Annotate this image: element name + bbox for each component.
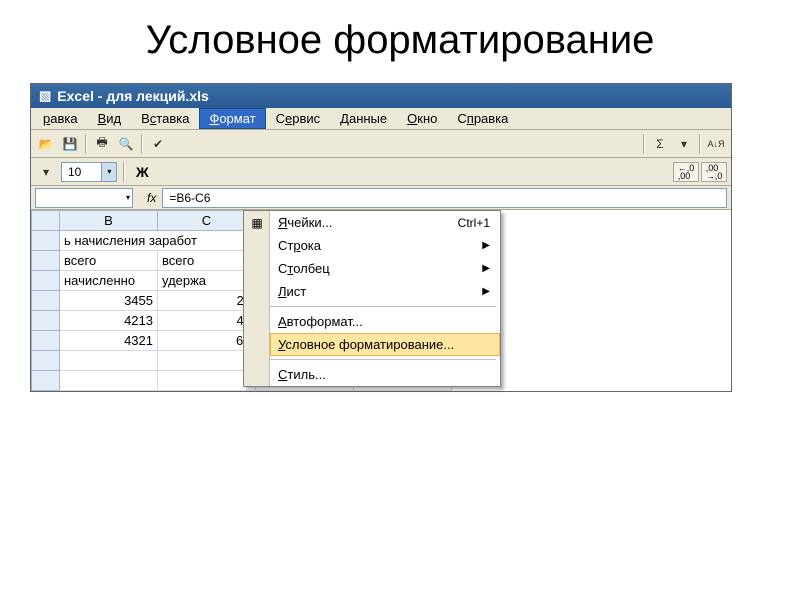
toolbar-standard: 📂 💾 🖶 🔍 ✔ Σ ▾ А↓Я bbox=[31, 130, 731, 158]
cell[interactable] bbox=[32, 291, 60, 311]
preview-icon[interactable]: 🔍 bbox=[115, 133, 137, 155]
menu-item-строка[interactable]: Строка▶ bbox=[270, 234, 500, 257]
formula-bar: ▾ fx =B6-C6 bbox=[31, 186, 731, 210]
bold-button[interactable]: Ж bbox=[131, 164, 153, 180]
grid-area: BCGь начисления заработвсеговсегоначисле… bbox=[31, 210, 731, 391]
menu-данные[interactable]: Данные bbox=[330, 108, 397, 129]
titlebar-text: Excel - для лекций.xls bbox=[57, 88, 209, 104]
font-size-select[interactable]: 10 ▾ bbox=[61, 162, 117, 182]
cell[interactable] bbox=[32, 231, 60, 251]
decrease-decimal-button[interactable]: ,00→,0 bbox=[701, 162, 727, 182]
chevron-down-icon[interactable]: ▾ bbox=[101, 163, 116, 181]
cell[interactable] bbox=[158, 371, 256, 391]
menubar: равкаВидВставкаФорматСервисДанныеОкноСпр… bbox=[31, 108, 731, 130]
menu-сервис[interactable]: Сервис bbox=[266, 108, 331, 129]
format-menu-dropdown: ▦Ячейки...Ctrl+1Строка▶Столбец▶Лист▶ Авто… bbox=[243, 210, 501, 387]
menu-item-столбец[interactable]: Столбец▶ bbox=[270, 257, 500, 280]
cell[interactable] bbox=[32, 371, 60, 391]
formula-input[interactable]: =B6-C6 bbox=[162, 188, 727, 208]
dropdown-icon[interactable]: ▾ bbox=[673, 133, 695, 155]
menu-item-лист[interactable]: Лист▶ bbox=[270, 280, 500, 303]
excel-window: ▧ Excel - для лекций.xls равкаВидВставка… bbox=[30, 83, 732, 392]
cell[interactable] bbox=[32, 311, 60, 331]
submenu-arrow-icon: ▶ bbox=[482, 286, 490, 297]
name-box[interactable]: ▾ bbox=[35, 188, 133, 208]
cell[interactable]: 4213 bbox=[60, 311, 158, 331]
cell[interactable] bbox=[158, 351, 256, 371]
cell[interactable]: начисленно bbox=[60, 271, 158, 291]
dropdown-gutter bbox=[244, 211, 270, 386]
cell[interactable]: удержа bbox=[158, 271, 256, 291]
menu-вид[interactable]: Вид bbox=[88, 108, 132, 129]
autosum-icon[interactable]: Σ bbox=[649, 133, 671, 155]
cell[interactable] bbox=[32, 331, 60, 351]
font-size-value: 10 bbox=[62, 165, 101, 179]
submenu-arrow-icon: ▶ bbox=[482, 263, 490, 274]
col-header[interactable]: B bbox=[60, 211, 158, 231]
titlebar: ▧ Excel - для лекций.xls bbox=[31, 84, 731, 108]
cell[interactable]: ь начисления заработ bbox=[60, 231, 256, 251]
menu-separator bbox=[270, 359, 496, 360]
cell[interactable] bbox=[60, 351, 158, 371]
cell[interactable]: 65 bbox=[158, 331, 256, 351]
menu-равка[interactable]: равка bbox=[33, 108, 88, 129]
increase-decimal-button[interactable]: ←,0,00 bbox=[673, 162, 699, 182]
menu-вставка[interactable]: Вставка bbox=[131, 108, 199, 129]
menu-окно[interactable]: Окно bbox=[397, 108, 447, 129]
menu-item-ячейки[interactable]: ▦Ячейки...Ctrl+1 bbox=[270, 211, 500, 234]
col-header[interactable] bbox=[32, 211, 60, 231]
menu-item-автоформат[interactable]: Автоформат... bbox=[270, 310, 500, 333]
fx-label[interactable]: fx bbox=[137, 191, 162, 205]
cell[interactable]: всего bbox=[60, 251, 158, 271]
cell[interactable] bbox=[60, 371, 158, 391]
cell[interactable] bbox=[32, 271, 60, 291]
slide-title: Условное форматирование bbox=[30, 18, 770, 63]
menu-справка[interactable]: Справка bbox=[447, 108, 518, 129]
app-icon: ▧ bbox=[39, 88, 51, 104]
print-icon[interactable]: 🖶 bbox=[91, 133, 113, 155]
save-icon[interactable]: 💾 bbox=[59, 133, 81, 155]
chevron-down-icon[interactable]: ▾ bbox=[126, 193, 130, 202]
cell[interactable]: 42 bbox=[158, 311, 256, 331]
open-icon[interactable]: 📂 bbox=[35, 133, 57, 155]
menu-формат[interactable]: Формат bbox=[199, 108, 265, 129]
menu-item-стиль[interactable]: Стиль... bbox=[270, 363, 500, 386]
sort-icon[interactable]: А↓Я bbox=[705, 133, 727, 155]
cell[interactable]: 21 bbox=[158, 291, 256, 311]
cell[interactable] bbox=[32, 351, 60, 371]
cells-icon: ▦ bbox=[248, 214, 266, 232]
spellcheck-icon[interactable]: ✔ bbox=[147, 133, 169, 155]
cell[interactable] bbox=[32, 251, 60, 271]
toolbar-formatting: ▾ 10 ▾ Ж ←,0,00 ,00→,0 bbox=[31, 158, 731, 186]
menu-separator bbox=[270, 306, 496, 307]
cell[interactable]: всего bbox=[158, 251, 256, 271]
cell[interactable]: 4321 bbox=[60, 331, 158, 351]
menu-item-условное форматирование[interactable]: Условное форматирование... bbox=[270, 333, 500, 356]
col-header[interactable]: C bbox=[158, 211, 256, 231]
submenu-arrow-icon: ▶ bbox=[482, 240, 490, 251]
dropdown-arrow-icon[interactable]: ▾ bbox=[35, 161, 57, 183]
cell[interactable]: 3455 bbox=[60, 291, 158, 311]
